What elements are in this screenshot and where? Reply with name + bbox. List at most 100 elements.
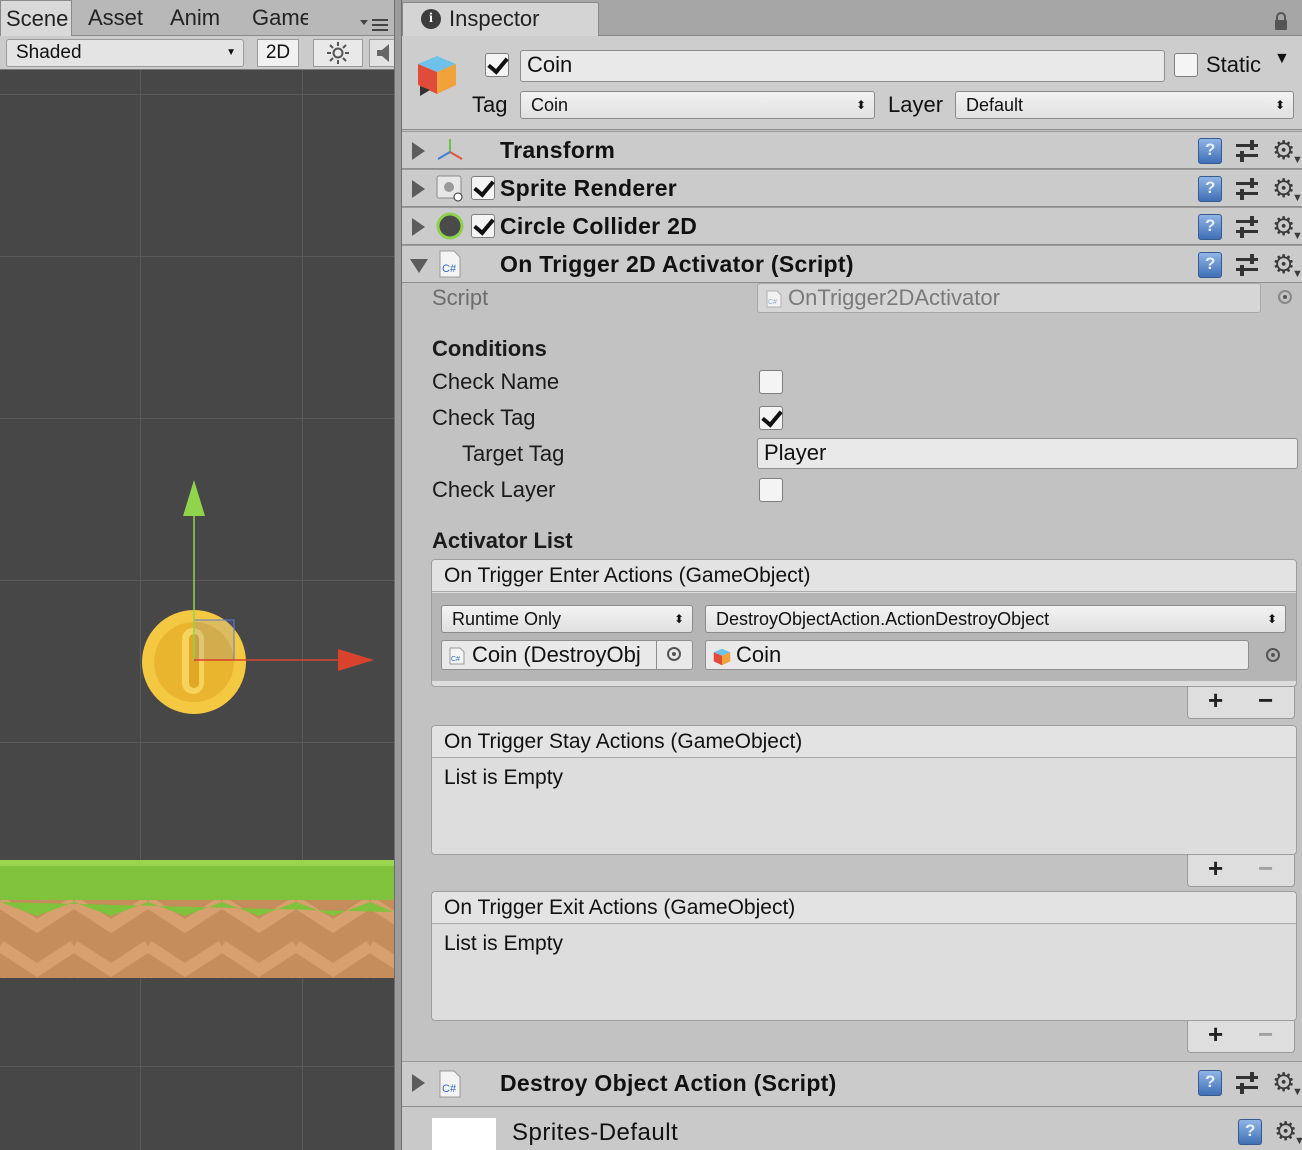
call-state-dropdown[interactable]: Runtime Only ⬍ [441,605,693,633]
mode-2d-button[interactable]: 2D [257,39,299,67]
gear-icon[interactable]: ⚙ ▼ [1272,174,1302,204]
sun-icon [327,42,349,64]
gear-icon[interactable]: ⚙ ▼ [1274,1117,1302,1147]
check-layer-label: Check Layer [432,477,556,502]
ground-tile[interactable] [0,860,394,980]
list-header: On Trigger Exit Actions (GameObject) [432,892,1296,924]
preset-sliders-icon[interactable] [1236,216,1258,238]
gameobject-active-checkbox[interactable] [485,53,509,77]
component-enabled-checkbox[interactable] [471,214,495,238]
tab-inspector[interactable]: i Inspector [402,2,599,36]
gear-icon[interactable]: ⚙ ▼ [1272,250,1302,280]
remove-button[interactable]: − [1258,685,1273,716]
preset-sliders-icon[interactable] [1236,140,1258,162]
add-button[interactable]: + [1208,685,1223,716]
static-label: Static [1206,52,1262,77]
tab-game[interactable]: Game [252,0,308,36]
conditions-heading: Conditions [432,336,547,361]
gameobject-cube-icon [418,56,456,96]
panel-splitter[interactable] [394,0,402,1150]
info-icon: i [421,9,441,29]
shading-mode-dropdown[interactable]: Shaded ▼ [6,39,244,67]
svg-text:C#: C# [768,299,777,306]
component-enabled-checkbox[interactable] [471,176,495,200]
function-dropdown[interactable]: DestroyObjectAction.ActionDestroyObject … [705,605,1286,633]
shading-mode-label: Shaded [16,42,82,63]
tag-label: Tag [472,92,508,117]
preset-sliders-icon[interactable] [1236,254,1258,276]
check-name-checkbox[interactable] [759,370,783,394]
component-title: On Trigger 2D Activator (Script) [500,251,854,277]
target-tag-field[interactable]: Player [757,438,1298,469]
help-book-icon[interactable] [1198,1070,1222,1096]
csharp-script-icon: C# [449,647,465,665]
foldout-arrow-icon[interactable] [412,1074,425,1092]
foldout-arrow-icon[interactable] [410,259,428,273]
lock-icon[interactable] [1274,12,1288,30]
target-object-field[interactable]: C# Coin (DestroyObj [441,640,693,670]
grid-line [0,1066,394,1067]
list-element[interactable]: Runtime Only ⬍ DestroyObjectAction.Actio… [432,593,1296,681]
help-book-icon[interactable] [1198,214,1222,240]
on-trigger-enter-actions-list: On Trigger Enter Actions (GameObject) Ru… [431,559,1297,687]
remove-button: − [1258,1019,1274,1049]
add-button[interactable]: + [1208,1019,1223,1050]
audio-toggle-button[interactable] [369,39,394,67]
add-button[interactable]: + [1208,853,1223,884]
panel-menu-icon[interactable] [360,14,390,34]
sprite-renderer-icon [436,175,463,202]
transform-axes-icon [437,139,463,160]
tab-anim[interactable]: Anim [170,0,230,36]
tab-asset[interactable]: Asset [88,0,146,36]
argument-object-field[interactable]: Coin [705,640,1249,670]
grid-line [0,256,394,257]
check-tag-checkbox[interactable] [759,406,783,430]
foldout-arrow-icon[interactable] [412,180,425,198]
component-title: Sprite Renderer [500,175,678,201]
gear-icon[interactable]: ⚙ ▼ [1272,136,1302,166]
list-header: On Trigger Stay Actions (GameObject) [432,726,1296,758]
object-picker-icon[interactable] [667,647,681,661]
material-preview-swatch [432,1118,496,1150]
check-layer-checkbox[interactable] [759,478,783,502]
remove-button: − [1258,853,1274,883]
help-book-icon[interactable] [1198,138,1222,164]
component-transform[interactable]: Transform ⚙▼ [402,131,1302,169]
check-tag-label: Check Tag [432,405,536,430]
component-sprite-renderer[interactable]: Sprite Renderer ⚙▼ [402,169,1302,207]
gear-icon[interactable]: ⚙ ▼ [1272,212,1302,242]
static-dropdown-arrow-icon[interactable]: ▼ [1274,50,1290,68]
tab-scene[interactable]: Scene [0,0,72,36]
object-picker-icon[interactable] [1266,648,1280,662]
on-trigger-stay-actions-list: On Trigger Stay Actions (GameObject) Lis… [431,725,1297,855]
static-checkbox[interactable] [1174,53,1198,77]
move-gizmo[interactable] [150,474,390,684]
lighting-toggle-button[interactable] [313,39,363,67]
tab-inspector-label: Inspector [449,6,540,31]
exit-actions-add-remove: + − [1187,1019,1295,1053]
grid-line [0,94,394,95]
scene-panel: Scene Asset Anim Game Shaded ▼ 2D [0,0,394,1150]
preset-sliders-icon[interactable] [1236,178,1258,200]
help-book-icon[interactable] [1198,176,1222,202]
help-book-icon[interactable] [1198,252,1222,278]
function-value: DestroyObjectAction.ActionDestroyObject [716,609,1050,629]
help-book-icon[interactable] [1238,1119,1262,1145]
speaker-icon [377,44,389,62]
updown-arrow-icon: ⬍ [1266,612,1277,626]
scene-viewport[interactable] [0,70,394,1150]
foldout-arrow-icon[interactable] [412,142,425,160]
plane-handle [193,619,235,661]
left-tab-bar: Scene Asset Anim Game [0,0,394,36]
preset-sliders-icon[interactable] [1236,1072,1258,1094]
layer-dropdown[interactable]: Default ⬍ [955,91,1294,119]
material-section: Sprites-Default ⚙▼ [402,1107,1302,1150]
gameobject-name-field[interactable]: Coin [520,50,1165,82]
component-circle-collider-2d[interactable]: Circle Collider 2D ⚙▼ [402,207,1302,245]
component-on-trigger-2d-activator[interactable]: C# On Trigger 2D Activator (Script) ⚙▼ [402,245,1302,283]
tag-dropdown[interactable]: Coin ⬍ [520,91,875,119]
inspector-panel: i Inspector Coin Static ▼ Tag Coin ⬍ Lay… [402,0,1302,1150]
component-destroy-object-action[interactable]: C# Destroy Object Action (Script) ⚙▼ [402,1061,1302,1107]
gear-icon[interactable]: ⚙ ▼ [1272,1068,1302,1098]
foldout-arrow-icon[interactable] [412,218,425,236]
